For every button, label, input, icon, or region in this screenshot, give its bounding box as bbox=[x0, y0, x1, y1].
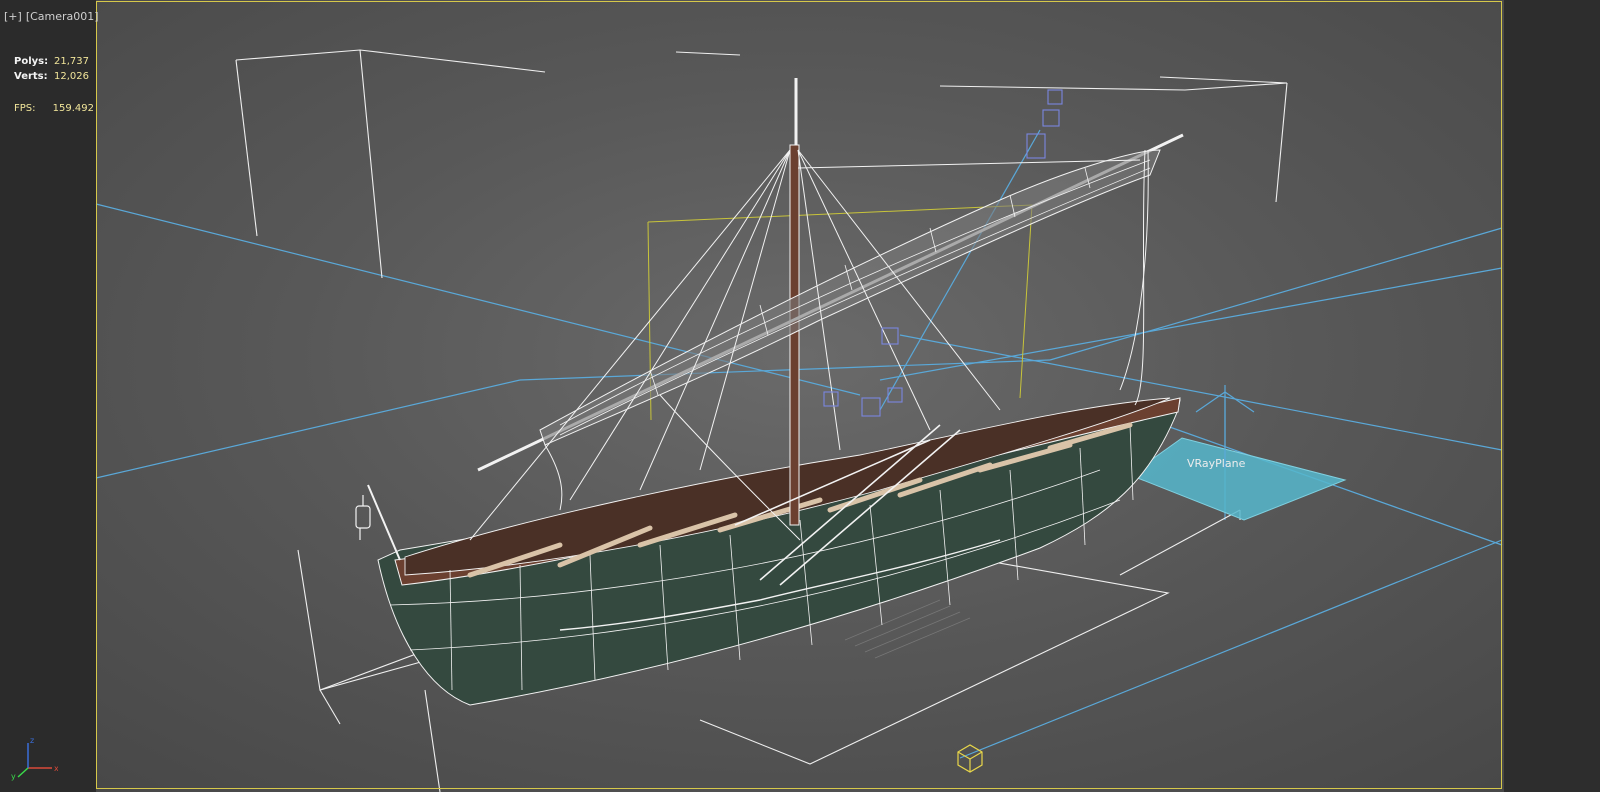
camera-viewport[interactable]: [+] [Camera001] Polys: 21,737 Verts: 12,0… bbox=[0, 0, 1600, 792]
boat-hull[interactable] bbox=[377, 397, 1181, 706]
stat-verts: Verts: 12,026 bbox=[14, 69, 94, 84]
svg-text:y: y bbox=[11, 772, 16, 781]
vray-plane-label: VRayPlane bbox=[1187, 457, 1246, 470]
verts-label: Verts: bbox=[14, 71, 48, 82]
scene-3d-render[interactable] bbox=[0, 0, 1600, 792]
axis-tripod-icon: x z y bbox=[11, 736, 58, 781]
stat-polys: Polys: 21,737 bbox=[14, 54, 94, 69]
viewport-camera-name[interactable]: [Camera001] bbox=[26, 10, 99, 23]
polys-label: Polys: bbox=[14, 56, 49, 67]
vray-plane[interactable] bbox=[1128, 437, 1347, 521]
fps-value: 159.492 bbox=[52, 103, 94, 114]
polys-value: 21,737 bbox=[54, 56, 89, 67]
target-helper-icon[interactable] bbox=[957, 744, 983, 773]
stat-fps: FPS: 159.492 bbox=[14, 101, 94, 116]
bow-spar bbox=[367, 484, 401, 561]
verts-value: 12,026 bbox=[54, 71, 89, 82]
lantern-icon bbox=[355, 495, 371, 540]
svg-text:x: x bbox=[54, 764, 58, 773]
viewport-statistics: Polys: 21,737 Verts: 12,026 FPS: 159.492 bbox=[14, 54, 94, 116]
viewport-menu-plus[interactable]: [+] bbox=[4, 10, 22, 23]
svg-text:z: z bbox=[30, 736, 34, 745]
viewport-label[interactable]: [+] [Camera001] bbox=[4, 10, 103, 23]
fps-label: FPS: bbox=[14, 103, 36, 114]
